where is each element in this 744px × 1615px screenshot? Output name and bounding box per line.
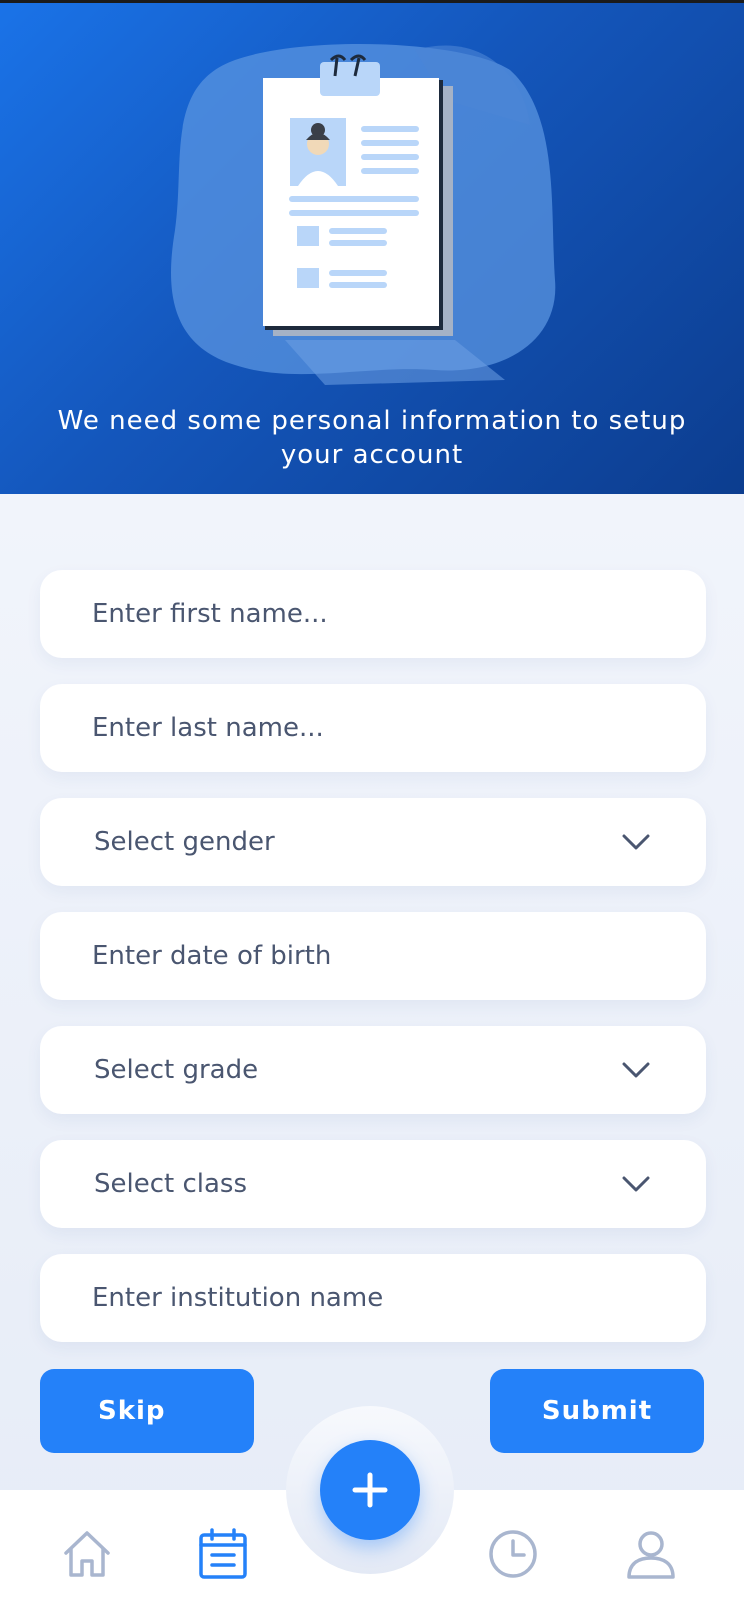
- status-line: [0, 0, 744, 3]
- profile-icon[interactable]: [624, 1527, 678, 1581]
- last-name-input[interactable]: [40, 684, 706, 772]
- first-name-field[interactable]: [40, 570, 706, 658]
- last-name-field[interactable]: [40, 684, 706, 772]
- class-select-label: Select class: [94, 1169, 248, 1199]
- clock-icon[interactable]: [486, 1527, 540, 1581]
- chevron-down-icon[interactable]: [618, 1052, 654, 1088]
- skip-button[interactable]: Skip: [40, 1369, 254, 1453]
- resume-illustration: [171, 43, 556, 385]
- gender-select-label: Select gender: [94, 827, 275, 857]
- dob-field[interactable]: [40, 912, 706, 1000]
- institution-field[interactable]: [40, 1254, 706, 1342]
- add-icon: [352, 1472, 388, 1508]
- chevron-down-icon[interactable]: [618, 1166, 654, 1202]
- institution-input[interactable]: [40, 1254, 706, 1342]
- add-button[interactable]: [320, 1440, 420, 1540]
- header-banner: We need some personal information to set…: [0, 0, 744, 494]
- class-select[interactable]: Select class: [40, 1140, 706, 1228]
- gender-select[interactable]: Select gender: [40, 798, 706, 886]
- header-message: We need some personal information to set…: [57, 406, 687, 470]
- submit-button[interactable]: Submit: [490, 1369, 704, 1453]
- grade-select-label: Select grade: [94, 1055, 259, 1085]
- dob-input[interactable]: [40, 912, 706, 1000]
- first-name-input[interactable]: [40, 570, 706, 658]
- chevron-down-icon[interactable]: [618, 824, 654, 860]
- grade-select[interactable]: Select grade: [40, 1026, 706, 1114]
- calendar-icon[interactable]: [196, 1527, 250, 1581]
- home-icon[interactable]: [60, 1527, 114, 1581]
